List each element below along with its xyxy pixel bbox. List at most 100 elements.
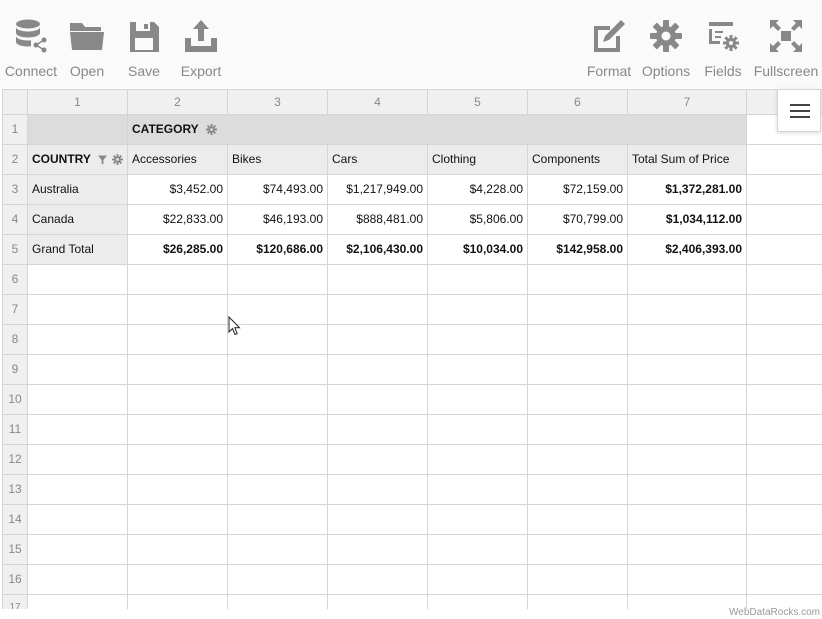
empty-cell[interactable]: [428, 385, 528, 415]
empty-cell[interactable]: [528, 595, 628, 609]
empty-cell[interactable]: [28, 475, 128, 505]
grand-total-cell[interactable]: $2,106,430.00: [328, 235, 428, 265]
empty-cell[interactable]: [428, 595, 528, 609]
empty-cell[interactable]: [428, 355, 528, 385]
empty-cell[interactable]: [628, 565, 747, 595]
empty-cell[interactable]: [428, 325, 528, 355]
empty-cell[interactable]: [28, 505, 128, 535]
empty-cell[interactable]: [228, 385, 328, 415]
empty-cell[interactable]: [28, 265, 128, 295]
empty-cell[interactable]: [528, 355, 628, 385]
empty-cell[interactable]: [128, 475, 228, 505]
empty-cell[interactable]: [228, 265, 328, 295]
row-header[interactable]: 17: [3, 595, 28, 609]
empty-cell[interactable]: [628, 415, 747, 445]
fullscreen-button[interactable]: Fullscreen: [752, 18, 820, 79]
value-cell[interactable]: $5,806.00: [428, 205, 528, 235]
empty-cell[interactable]: [747, 205, 822, 235]
row-header[interactable]: 11: [3, 415, 28, 445]
row-header[interactable]: 8: [3, 325, 28, 355]
grand-total-cell[interactable]: $142,958.00: [528, 235, 628, 265]
empty-cell[interactable]: [628, 535, 747, 565]
empty-cell[interactable]: [228, 565, 328, 595]
category-header[interactable]: Clothing: [428, 145, 528, 175]
connect-button[interactable]: Connect: [3, 18, 59, 79]
empty-cell[interactable]: [228, 325, 328, 355]
empty-cell[interactable]: [328, 415, 428, 445]
empty-cell[interactable]: [747, 475, 822, 505]
empty-cell[interactable]: [128, 295, 228, 325]
total-cell[interactable]: $1,034,112.00: [628, 205, 747, 235]
empty-cell[interactable]: [28, 325, 128, 355]
columns-field-header[interactable]: CATEGORY: [128, 115, 747, 145]
empty-cell[interactable]: [128, 505, 228, 535]
column-header[interactable]: 4: [328, 90, 428, 115]
row-header[interactable]: 6: [3, 265, 28, 295]
fields-button[interactable]: Fields: [702, 18, 744, 79]
empty-cell[interactable]: [628, 325, 747, 355]
row-header[interactable]: 7: [3, 295, 28, 325]
category-header[interactable]: Cars: [328, 145, 428, 175]
empty-cell[interactable]: [28, 535, 128, 565]
empty-cell[interactable]: [747, 355, 822, 385]
row-header[interactable]: 16: [3, 565, 28, 595]
empty-cell[interactable]: [28, 355, 128, 385]
empty-cell[interactable]: [128, 355, 228, 385]
gear-icon[interactable]: [205, 124, 217, 136]
empty-cell[interactable]: [328, 565, 428, 595]
row-header[interactable]: 13: [3, 475, 28, 505]
empty-cell[interactable]: [228, 505, 328, 535]
empty-cell[interactable]: [428, 565, 528, 595]
empty-cell[interactable]: [528, 445, 628, 475]
value-cell[interactable]: $46,193.00: [228, 205, 328, 235]
gear-icon[interactable]: [112, 154, 123, 166]
export-button[interactable]: Export: [178, 18, 224, 79]
empty-cell[interactable]: [528, 415, 628, 445]
empty-cell[interactable]: [228, 415, 328, 445]
value-cell[interactable]: $74,493.00: [228, 175, 328, 205]
column-header[interactable]: 1: [28, 90, 128, 115]
column-header[interactable]: 6: [528, 90, 628, 115]
empty-cell[interactable]: [228, 445, 328, 475]
empty-cell[interactable]: [628, 295, 747, 325]
row-header[interactable]: 3: [3, 175, 28, 205]
menu-button[interactable]: [777, 89, 821, 132]
empty-cell[interactable]: [128, 595, 228, 609]
empty-cell[interactable]: [628, 355, 747, 385]
rows-field-header[interactable]: COUNTRY: [28, 145, 128, 175]
empty-cell[interactable]: [528, 295, 628, 325]
empty-cell[interactable]: [228, 475, 328, 505]
empty-cell[interactable]: [428, 535, 528, 565]
empty-cell[interactable]: [328, 445, 428, 475]
empty-cell[interactable]: [128, 565, 228, 595]
empty-cell[interactable]: [128, 265, 228, 295]
value-cell[interactable]: $1,217,949.00: [328, 175, 428, 205]
total-cell[interactable]: $1,372,281.00: [628, 175, 747, 205]
empty-cell[interactable]: [428, 445, 528, 475]
empty-cell[interactable]: [747, 415, 822, 445]
empty-cell[interactable]: [747, 265, 822, 295]
empty-cell[interactable]: [747, 535, 822, 565]
save-button[interactable]: Save: [125, 18, 163, 79]
empty-cell[interactable]: [128, 325, 228, 355]
empty-cell[interactable]: [328, 505, 428, 535]
value-cell[interactable]: $888,481.00: [328, 205, 428, 235]
row-header[interactable]: 9: [3, 355, 28, 385]
grand-total-cell[interactable]: $26,285.00: [128, 235, 228, 265]
empty-cell[interactable]: [747, 235, 822, 265]
row-header[interactable]: 5: [3, 235, 28, 265]
empty-cell[interactable]: [328, 295, 428, 325]
empty-cell[interactable]: [428, 295, 528, 325]
empty-cell[interactable]: [28, 445, 128, 475]
empty-cell[interactable]: [28, 385, 128, 415]
row-label[interactable]: Australia: [28, 175, 128, 205]
grand-total-cell[interactable]: $10,034.00: [428, 235, 528, 265]
empty-cell[interactable]: [628, 265, 747, 295]
category-header[interactable]: Bikes: [228, 145, 328, 175]
row-header[interactable]: 10: [3, 385, 28, 415]
column-header[interactable]: 2: [128, 90, 228, 115]
empty-cell[interactable]: [628, 445, 747, 475]
empty-cell[interactable]: [747, 175, 822, 205]
empty-cell[interactable]: [28, 415, 128, 445]
empty-cell[interactable]: [228, 295, 328, 325]
